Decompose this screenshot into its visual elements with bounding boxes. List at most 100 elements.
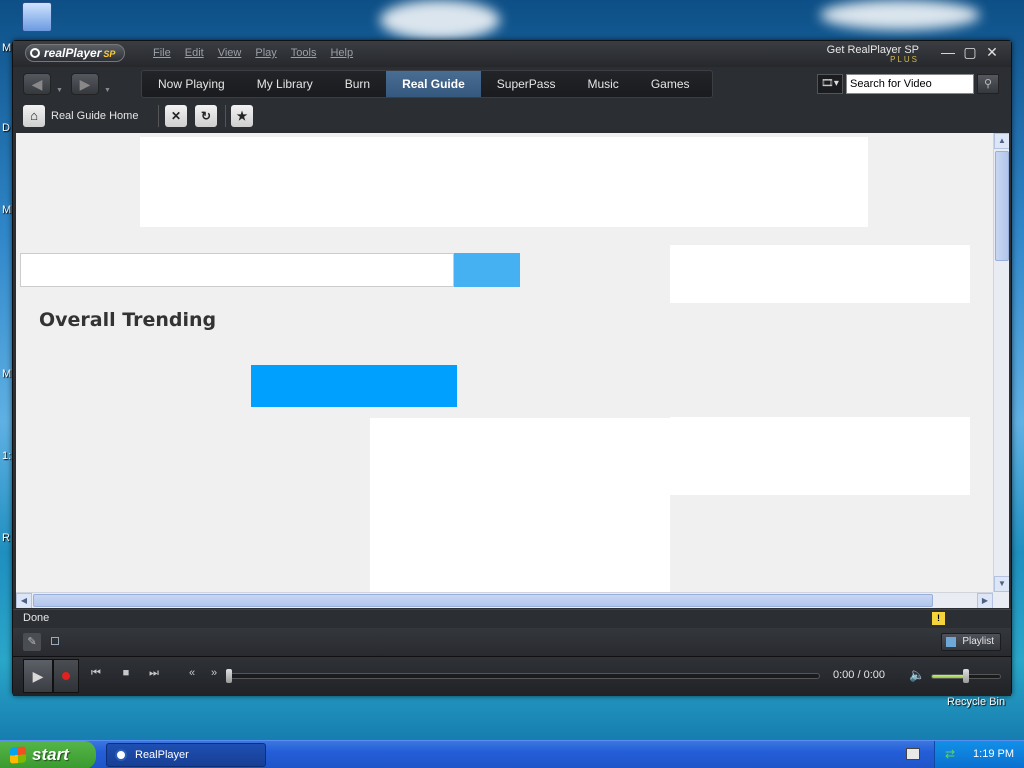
sidebar-panel: [670, 245, 970, 303]
desktop-icon-label[interactable]: R: [2, 532, 10, 544]
tab-games[interactable]: Games: [635, 71, 706, 97]
refresh-button[interactable]: ↻: [195, 105, 217, 127]
fast-forward-icon[interactable]: »: [207, 667, 221, 679]
volume-handle[interactable]: [963, 669, 969, 683]
recycle-bin-label[interactable]: Recycle Bin: [947, 696, 1005, 708]
desktop-icon-label[interactable]: D: [2, 122, 10, 134]
close-icon[interactable]: ✕: [985, 45, 999, 59]
menu-view[interactable]: View: [218, 47, 242, 59]
site-search-button[interactable]: [454, 253, 520, 287]
desktop-icon-label[interactable]: M: [2, 42, 11, 54]
menu-tools[interactable]: Tools: [291, 47, 317, 59]
favorite-button[interactable]: ★: [231, 105, 253, 127]
menu-help[interactable]: Help: [330, 47, 353, 59]
arrow-left-icon: ◀: [31, 76, 43, 92]
seek-handle[interactable]: [226, 669, 232, 683]
warning-icon[interactable]: !: [932, 612, 945, 625]
horizontal-scrollbar[interactable]: ◀ ▶: [16, 592, 993, 608]
volume-icon[interactable]: 🔈: [909, 667, 925, 683]
vertical-scroll-thumb[interactable]: [995, 151, 1009, 261]
logo-text: realPlayer: [44, 46, 102, 60]
vertical-scrollbar[interactable]: ▲ ▼: [993, 133, 1009, 592]
tab-my-library[interactable]: My Library: [241, 71, 329, 97]
menu-edit[interactable]: Edit: [185, 47, 204, 59]
menu-bar: File Edit View Play Tools Help: [153, 47, 353, 59]
system-tray: ⇄ 1:19 PM: [934, 741, 1024, 768]
arrow-right-icon: ▶: [79, 76, 91, 92]
desktop-cloud: [820, 0, 980, 30]
realplayer-icon: [115, 749, 127, 761]
real-logo-icon: [30, 48, 40, 58]
site-search-input[interactable]: [20, 253, 454, 287]
clock[interactable]: 1:19 PM: [973, 748, 1014, 760]
tab-burn[interactable]: Burn: [329, 71, 386, 97]
taskbar-item-realplayer[interactable]: RealPlayer: [106, 743, 266, 767]
my-computer-icon[interactable]: [22, 2, 52, 32]
page-heading: Overall Trending: [39, 309, 217, 331]
tab-real-guide[interactable]: Real Guide: [386, 71, 481, 97]
title-bar[interactable]: realPlayer SP File Edit View Play Tools H…: [13, 41, 1011, 67]
horizontal-scroll-thumb[interactable]: [33, 594, 933, 607]
search-input[interactable]: [846, 74, 974, 94]
logo-sp-badge: SP: [103, 49, 116, 59]
home-label[interactable]: Real Guide Home: [51, 110, 138, 122]
window-controls: — ▢ ✕: [941, 45, 999, 59]
home-button[interactable]: ⌂: [23, 105, 45, 127]
secondary-control-bar: ✎ Playlist: [13, 628, 1011, 656]
start-button[interactable]: start: [0, 741, 96, 768]
edit-icon[interactable]: ✎: [23, 633, 41, 651]
tab-superpass[interactable]: SuperPass: [481, 71, 572, 97]
scroll-up-icon[interactable]: ▲: [994, 133, 1009, 149]
time-display: 0:00 / 0:00: [833, 669, 885, 681]
tab-music[interactable]: Music: [571, 71, 634, 97]
forward-dropdown-icon[interactable]: ▼: [104, 87, 111, 94]
volume-fill: [932, 675, 966, 678]
sidebar-panel: [670, 417, 970, 495]
menu-file[interactable]: File: [153, 47, 171, 59]
status-bar: Done !: [13, 609, 1011, 627]
transport-bar: ▶ ⏮ ■ ⏭ « » 0:00 / 0:00 🔈: [13, 656, 1011, 696]
stop-icon[interactable]: ■: [119, 667, 133, 679]
maximize-icon[interactable]: ▢: [963, 45, 977, 59]
keyboard-icon[interactable]: [906, 748, 920, 760]
search-type-dropdown[interactable]: 🎞▾: [817, 74, 843, 94]
scroll-corner: [993, 592, 1009, 608]
rewind-icon[interactable]: «: [185, 667, 199, 679]
seek-bar[interactable]: [228, 673, 820, 679]
scroll-left-icon[interactable]: ◀: [16, 593, 32, 608]
taskbar-item-label: RealPlayer: [135, 749, 189, 761]
playlist-icon: [946, 637, 957, 647]
realplayer-logo: realPlayer SP: [25, 44, 125, 62]
play-button[interactable]: ▶: [23, 659, 53, 693]
ad-banner[interactable]: [140, 137, 868, 227]
stop-x-icon: ✕: [170, 109, 182, 123]
network-icon[interactable]: ⇄: [945, 747, 959, 761]
back-button[interactable]: ◀: [23, 73, 51, 95]
tab-now-playing[interactable]: Now Playing: [142, 71, 241, 97]
realplayer-window: realPlayer SP File Edit View Play Tools H…: [12, 40, 1012, 696]
search-area: 🎞▾ ⚲: [817, 74, 999, 94]
get-realplayer-sp-link[interactable]: Get RealPlayer SP PLUS: [827, 44, 919, 64]
next-icon[interactable]: ⏭: [147, 667, 161, 680]
scroll-down-icon[interactable]: ▼: [994, 576, 1009, 592]
taskbar: start RealPlayer ⇄ 1:19 PM: [0, 740, 1024, 768]
content-tile: [370, 418, 670, 608]
playlist-label: Playlist: [962, 636, 994, 647]
stop-button[interactable]: ✕: [165, 105, 187, 127]
mini-mode-icon[interactable]: [51, 637, 59, 645]
record-button[interactable]: [53, 659, 79, 693]
playlist-button[interactable]: Playlist: [941, 633, 1001, 651]
back-dropdown-icon[interactable]: ▼: [56, 87, 63, 94]
desktop-icon-label[interactable]: 1:: [2, 450, 11, 462]
promo-block[interactable]: [251, 365, 457, 407]
previous-icon[interactable]: ⏮: [89, 667, 103, 680]
browser-toolbar: ⌂ Real Guide Home ✕ ↻ ★: [13, 101, 1011, 131]
menu-play[interactable]: Play: [255, 47, 276, 59]
forward-button[interactable]: ▶: [71, 73, 99, 95]
refresh-icon: ↻: [200, 109, 212, 123]
get-sp-plus-label: PLUS: [890, 55, 919, 64]
desktop-cloud: [380, 0, 500, 40]
search-button[interactable]: ⚲: [977, 74, 999, 94]
minimize-icon[interactable]: —: [941, 45, 955, 59]
scroll-right-icon[interactable]: ▶: [977, 593, 993, 608]
